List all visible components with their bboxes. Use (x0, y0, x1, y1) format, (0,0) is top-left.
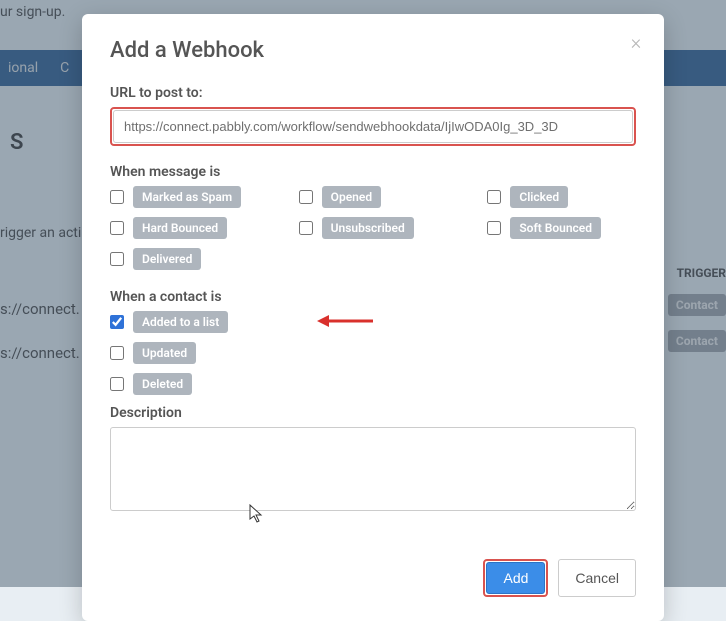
add-button[interactable]: Add (486, 562, 545, 594)
checkbox-row-delivered: Delivered (110, 248, 259, 270)
tag-hardbounce: Hard Bounced (133, 217, 227, 239)
cancel-button[interactable]: Cancel (558, 559, 636, 597)
when-contact-label: When a contact is (110, 289, 636, 305)
message-checkbox-grid: Marked as Spam Hard Bounced Delivered Op… (110, 186, 636, 279)
add-webhook-modal: Add a Webhook × URL to post to: When mes… (82, 14, 664, 621)
checkbox-clicked[interactable] (487, 190, 501, 204)
url-label: URL to post to: (110, 85, 636, 101)
checkbox-spam[interactable] (110, 190, 124, 204)
checkbox-row-clicked: Clicked (487, 186, 636, 208)
tag-deleted: Deleted (133, 373, 192, 395)
url-input-highlight (110, 107, 636, 146)
add-button-highlight: Add (483, 559, 548, 597)
arrow-annotation-icon (317, 313, 373, 329)
tag-delivered: Delivered (133, 248, 201, 270)
checkbox-softbounce[interactable] (487, 221, 501, 235)
modal-footer: Add Cancel (110, 559, 636, 597)
checkbox-row-unsub: Unsubscribed (299, 217, 448, 239)
checkbox-row-added: Added to a list (110, 311, 636, 333)
checkbox-row-updated: Updated (110, 342, 636, 364)
modal-title: Add a Webhook (110, 38, 636, 63)
tag-added: Added to a list (133, 311, 228, 333)
when-message-label: When message is (110, 164, 636, 180)
tag-softbounce: Soft Bounced (510, 217, 601, 239)
description-input[interactable] (110, 427, 636, 511)
url-input[interactable] (113, 110, 633, 143)
tag-unsub: Unsubscribed (322, 217, 414, 239)
close-icon[interactable]: × (624, 30, 648, 54)
checkbox-row-deleted: Deleted (110, 373, 636, 395)
checkbox-row-spam: Marked as Spam (110, 186, 259, 208)
tag-clicked: Clicked (510, 186, 568, 208)
contact-checkbox-list: Added to a list Updated Deleted (110, 311, 636, 395)
checkbox-opened[interactable] (299, 190, 313, 204)
checkbox-row-opened: Opened (299, 186, 448, 208)
checkbox-updated[interactable] (110, 346, 124, 360)
tag-opened: Opened (322, 186, 381, 208)
checkbox-row-hardbounce: Hard Bounced (110, 217, 259, 239)
checkbox-unsub[interactable] (299, 221, 313, 235)
tag-spam: Marked as Spam (133, 186, 241, 208)
checkbox-added[interactable] (110, 315, 124, 329)
description-label: Description (110, 405, 636, 421)
tag-updated: Updated (133, 342, 196, 364)
checkbox-deleted[interactable] (110, 377, 124, 391)
checkbox-hardbounce[interactable] (110, 221, 124, 235)
checkbox-delivered[interactable] (110, 252, 124, 266)
checkbox-row-softbounce: Soft Bounced (487, 217, 636, 239)
